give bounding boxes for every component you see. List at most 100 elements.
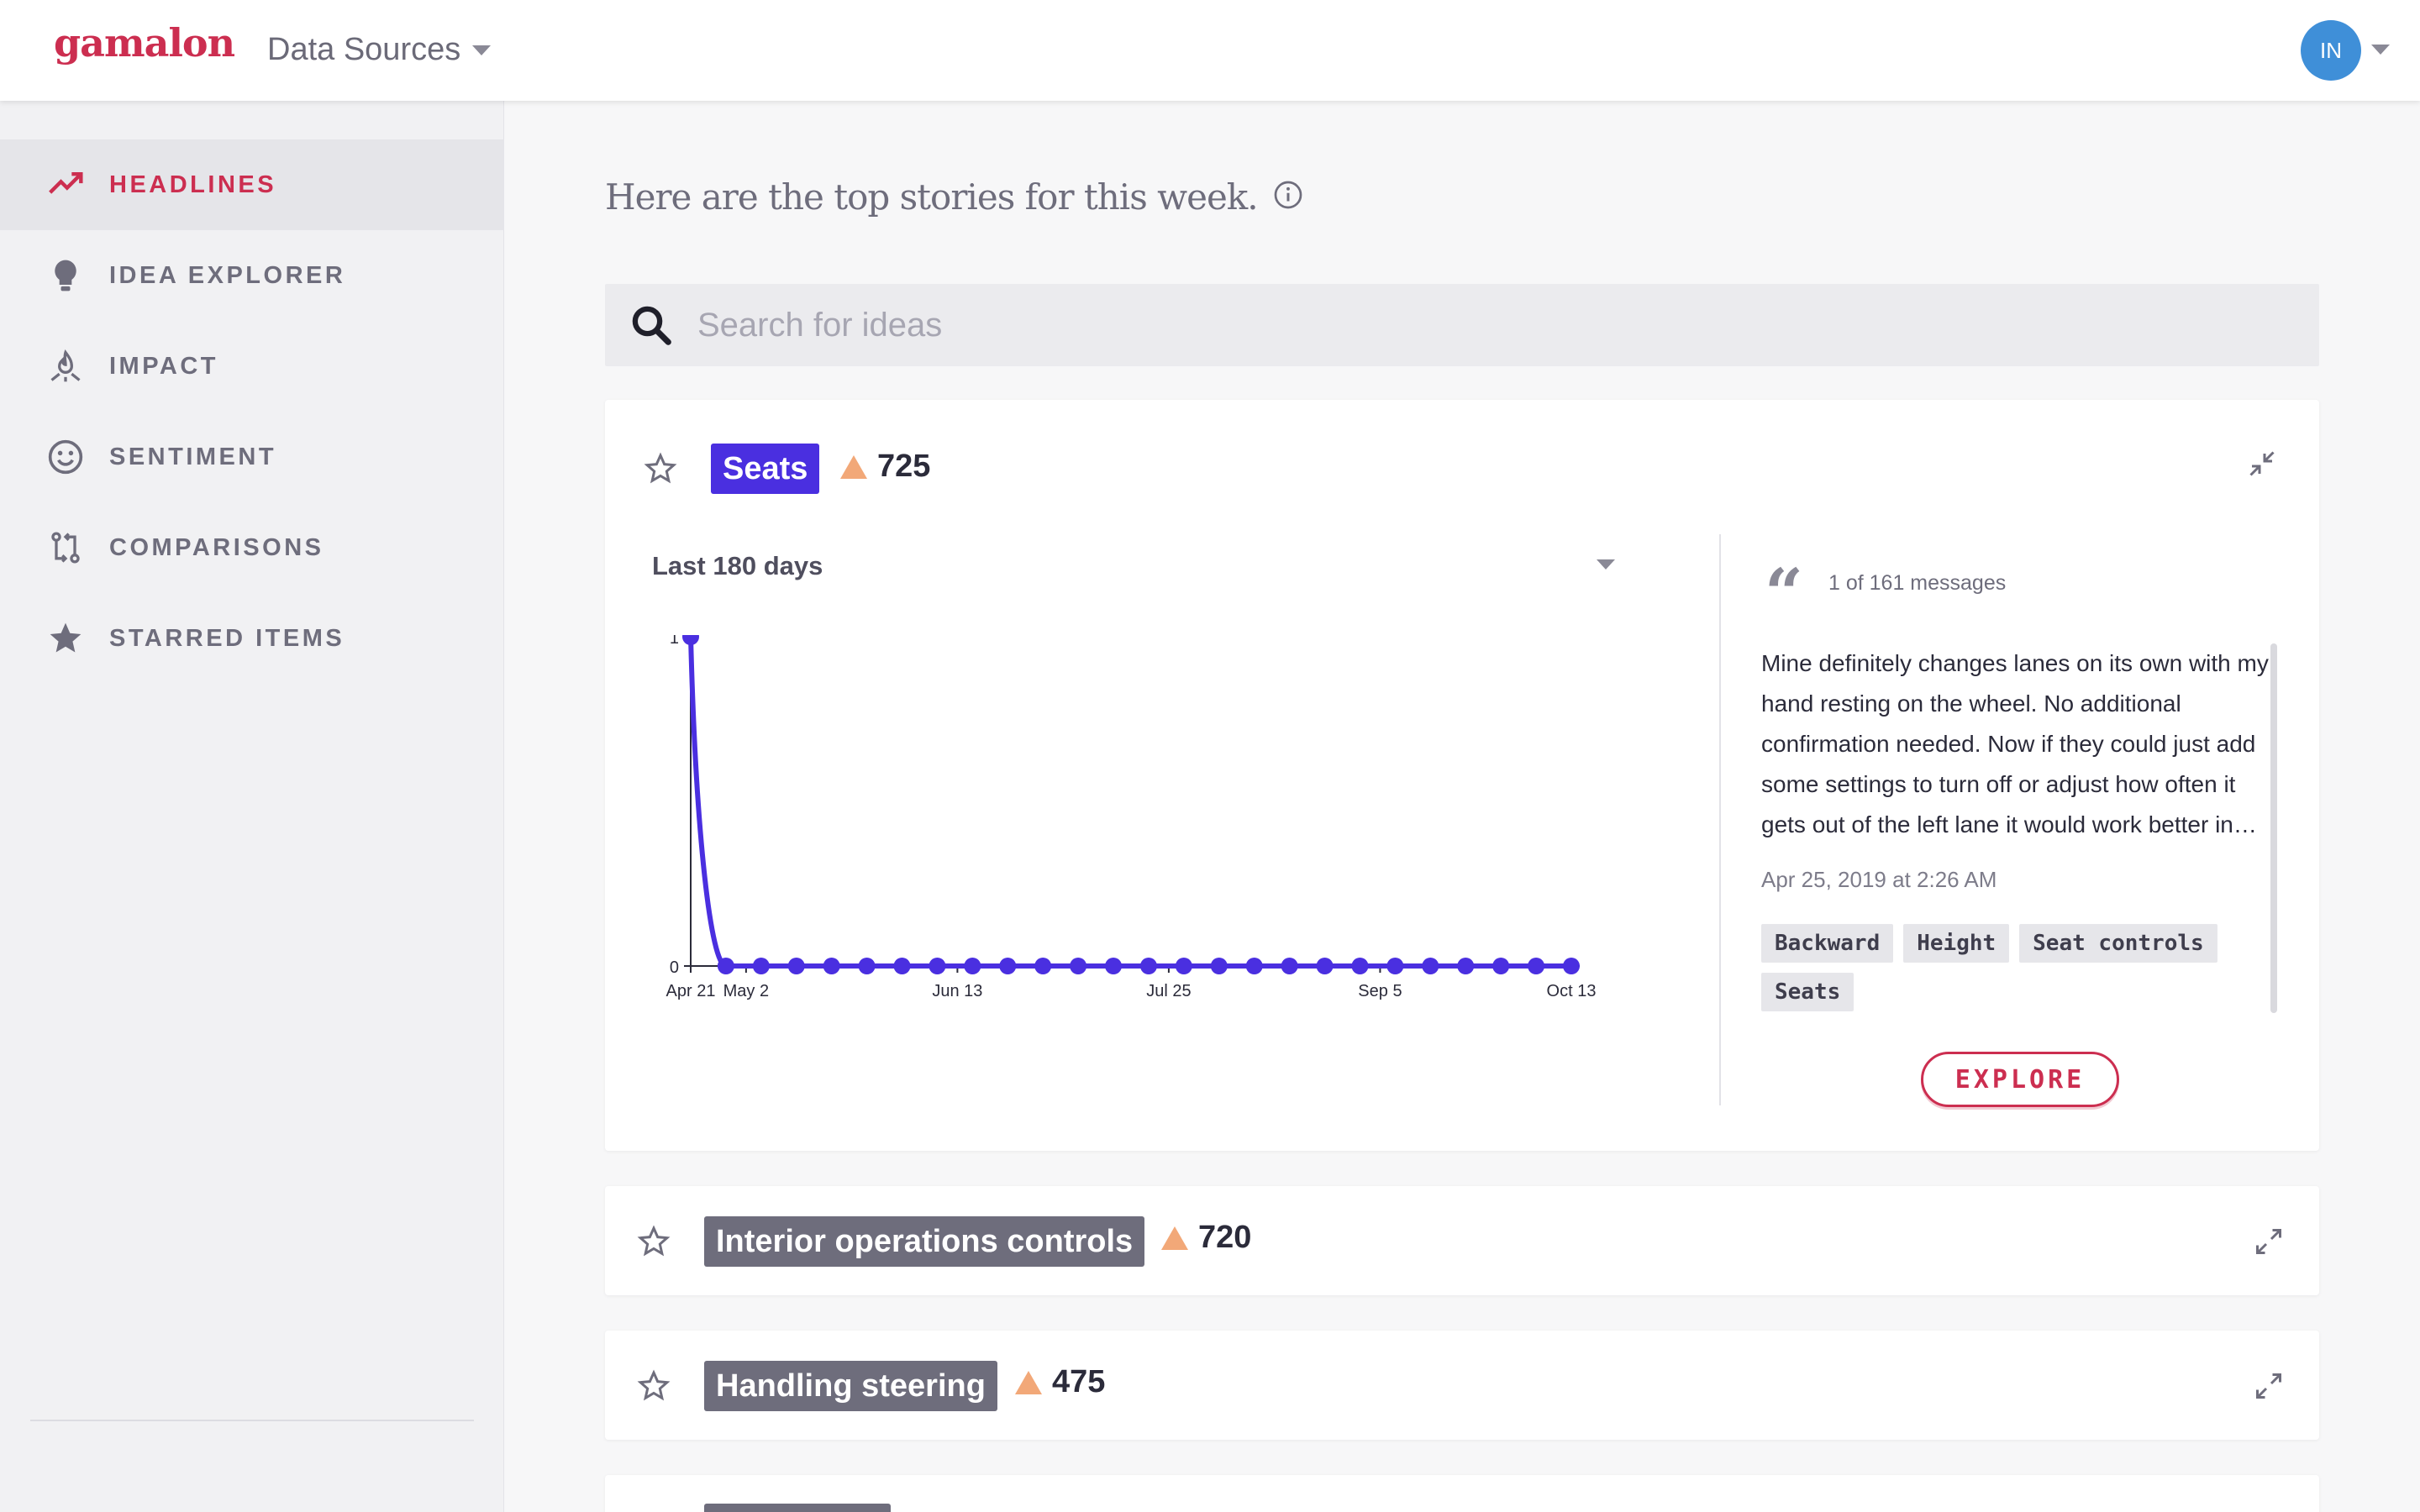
message-tags: Backward Height Seat controls Seats — [1761, 924, 2265, 1011]
data-point — [893, 958, 911, 974]
message-counter: 1 of 161 messages — [1828, 571, 2007, 595]
trend-up-icon — [1015, 1370, 1042, 1394]
info-icon[interactable] — [1273, 180, 1303, 214]
data-point — [1422, 958, 1439, 974]
data-point — [1105, 958, 1123, 974]
tag-chip[interactable]: Height — [1903, 924, 2010, 963]
message-text: Mine definitely changes lanes on its own… — [1761, 650, 2269, 837]
smiley-icon — [47, 438, 84, 475]
logo[interactable]: gamalon — [54, 20, 235, 66]
data-point — [1492, 958, 1510, 974]
sidebar-item-comparisons[interactable]: COMPARISONS — [0, 502, 504, 593]
data-point — [1457, 958, 1475, 974]
data-point — [1528, 958, 1545, 974]
account-menu-chevron-icon[interactable] — [2371, 45, 2390, 55]
x-tick-label: May 2 — [723, 982, 769, 1000]
data-point — [1210, 958, 1228, 974]
explore-button[interactable]: EXPLORE — [1921, 1052, 2119, 1107]
expand-icon[interactable] — [2254, 1371, 2284, 1401]
compare-icon — [47, 529, 84, 566]
data-point — [1351, 958, 1369, 974]
trend-count: 725 — [840, 449, 930, 485]
data-point — [787, 958, 805, 974]
star-outline-icon[interactable] — [637, 1369, 671, 1403]
trend-up-icon — [840, 454, 867, 479]
data-point — [999, 958, 1017, 974]
data-point — [1281, 958, 1298, 974]
collapse-icon[interactable] — [2247, 449, 2277, 479]
search-bar — [605, 284, 2319, 366]
impact-icon — [47, 348, 84, 385]
trend-count: 475 — [1015, 1364, 1105, 1400]
mention-count: 725 — [877, 449, 931, 484]
star-outline-icon[interactable] — [644, 452, 677, 486]
data-point — [1139, 958, 1157, 974]
data-point — [1175, 958, 1192, 974]
topic-card-partial — [605, 1475, 2319, 1512]
y-tick-label: 0 — [670, 958, 679, 977]
sidebar-item-sentiment[interactable]: SENTIMENT — [0, 412, 504, 502]
sidebar: HEADLINES IDEA EXPLORER IMPACT SENTIMENT… — [0, 101, 504, 1512]
sidebar-item-impact[interactable]: IMPACT — [0, 321, 504, 412]
page-headline-row: Here are the top stories for this week. — [605, 176, 1303, 218]
data-point — [1245, 958, 1263, 974]
topic-tag[interactable]: Handling steering — [704, 1361, 997, 1411]
data-point — [1563, 958, 1580, 974]
topic-tag[interactable]: Seats — [711, 444, 820, 494]
data-point — [1316, 958, 1334, 974]
sidebar-item-label: COMPARISONS — [109, 533, 324, 561]
sidebar-divider — [30, 1420, 474, 1421]
y-tick-label: 1 — [670, 635, 679, 648]
trending-up-icon — [47, 166, 84, 203]
period-select[interactable]: Last 180 days — [652, 551, 823, 581]
data-point — [1070, 958, 1087, 974]
mention-count: 475 — [1052, 1364, 1106, 1399]
data-point — [929, 958, 946, 974]
topic-card-seats: Seats 725 Last 180 days 0 1 Apr 21 May 2 Jun… — [605, 400, 2319, 1151]
data-point — [1034, 958, 1052, 974]
expand-icon[interactable] — [2254, 1226, 2284, 1257]
data-point — [1386, 958, 1404, 974]
sidebar-item-headlines[interactable]: HEADLINES — [0, 139, 504, 230]
data-sources-label: Data Sources — [267, 32, 461, 67]
tag-chip[interactable]: Seats — [1761, 973, 1854, 1011]
x-tick-label: Apr 21 — [666, 982, 716, 1000]
star-outline-icon[interactable] — [637, 1225, 671, 1258]
top-bar: gamalon Data Sources IN — [0, 0, 2420, 101]
avatar[interactable]: IN — [2301, 20, 2361, 81]
sidebar-item-label: IMPACT — [109, 352, 219, 380]
star-icon — [47, 620, 84, 657]
lightbulb-icon — [47, 257, 84, 294]
data-point — [964, 958, 981, 974]
mentions-line-chart: 0 1 Apr 21 May 2 Jun 13 Jul 25 Sep 5 Oct 13 — [666, 635, 1597, 1000]
chevron-down-icon — [472, 45, 492, 55]
topic-tag[interactable]: Interior operations controls — [704, 1216, 1145, 1267]
tag-chip[interactable]: Seat controls — [2019, 924, 2217, 963]
trend-up-icon — [1161, 1226, 1188, 1250]
data-point — [823, 958, 840, 974]
x-tick-label: Oct 13 — [1547, 982, 1597, 1000]
sidebar-item-label: SENTIMENT — [109, 443, 277, 470]
topic-tag[interactable] — [704, 1504, 891, 1512]
mention-count: 720 — [1198, 1220, 1252, 1255]
panel-divider — [1719, 534, 1721, 1105]
search-icon — [632, 306, 671, 345]
search-input[interactable] — [697, 284, 2294, 366]
data-point — [858, 958, 876, 974]
sidebar-item-starred-items[interactable]: STARRED ITEMS — [0, 593, 504, 684]
series-line — [688, 636, 1571, 969]
quote-icon: “ — [1765, 554, 1804, 633]
message-scrollbar[interactable] — [2270, 643, 2277, 1013]
sidebar-item-label: HEADLINES — [109, 171, 277, 198]
sidebar-item-idea-explorer[interactable]: IDEA EXPLORER — [0, 230, 504, 321]
tag-chip[interactable]: Backward — [1761, 924, 1894, 963]
page-title: Here are the top stories for this week. — [605, 176, 1259, 218]
data-point — [717, 958, 734, 974]
data-sources-dropdown[interactable]: Data Sources — [267, 32, 492, 68]
period-chevron-down-icon[interactable] — [1597, 559, 1615, 570]
message-date: Apr 25, 2019 at 2:26 AM — [1761, 867, 1997, 892]
x-tick-label: Sep 5 — [1358, 982, 1402, 1000]
topic-card-interior-operations-controls: Interior operations controls 720 — [605, 1186, 2319, 1295]
sidebar-item-label: IDEA EXPLORER — [109, 261, 346, 289]
x-tick-label: Jul 25 — [1146, 982, 1191, 1000]
